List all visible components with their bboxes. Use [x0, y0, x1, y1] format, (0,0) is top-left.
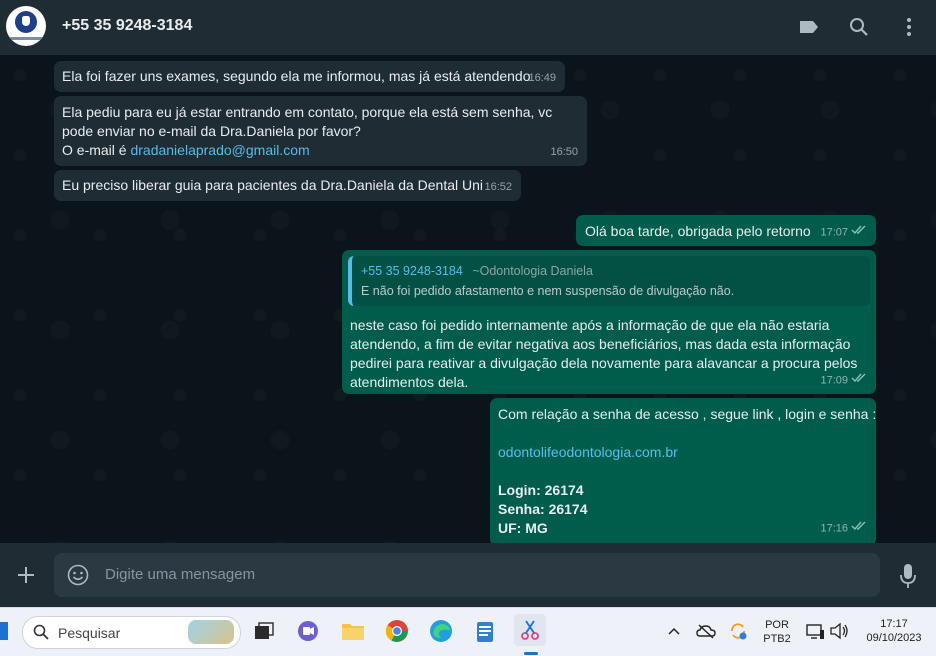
start-button[interactable]	[0, 622, 8, 640]
contact-name[interactable]: +55 35 9248-3184	[62, 17, 192, 35]
message-text: pode enviar no e-mail da Dra.Daniela por…	[62, 123, 361, 139]
message-outgoing[interactable]: Olá boa tarde, obrigada pelo retorno 17:…	[576, 215, 876, 246]
double-check-icon	[851, 519, 867, 538]
quoted-author: +55 35 9248-3184	[361, 264, 463, 278]
chrome-icon[interactable]	[383, 617, 411, 645]
teams-meet-icon[interactable]	[294, 617, 322, 645]
search-highlight-image	[188, 620, 234, 644]
microphone-icon[interactable]	[899, 563, 917, 589]
quoted-text: E não foi pedido afastamento e nem suspe…	[361, 284, 735, 298]
task-view-icon[interactable]	[250, 617, 278, 645]
double-check-icon	[851, 371, 867, 390]
file-explorer-icon[interactable]	[339, 617, 367, 645]
message-text: Ela pediu para eu já estar entrando em c…	[62, 104, 553, 120]
edge-icon[interactable]	[427, 617, 455, 645]
message-list[interactable]: Ela foi fazer uns exames, segundo ela me…	[0, 55, 936, 543]
message-incoming[interactable]: Ela foi fazer uns exames, segundo ela me…	[54, 61, 565, 92]
search-icon	[33, 624, 49, 645]
double-check-icon	[851, 223, 867, 242]
message-time: 16:52	[484, 181, 512, 193]
message-text: Eu preciso liberar guia para pacientes d…	[62, 177, 484, 193]
taskbar-search[interactable]: Pesquisar	[22, 616, 241, 649]
taskbar-search-placeholder: Pesquisar	[58, 625, 121, 641]
quoted-message[interactable]: +55 35 9248-3184 ~Odontologia Daniela E …	[348, 256, 870, 306]
search-icon[interactable]	[847, 15, 871, 39]
message-text: atendimentos dela.	[350, 374, 469, 390]
clock[interactable]: 17:17 09/10/2023	[858, 617, 930, 645]
contact-avatar[interactable]	[6, 6, 46, 46]
clinic-logo-icon	[15, 11, 37, 33]
message-text: pedirei para reativar a divulgação dela …	[350, 355, 858, 371]
message-input-placeholder: Digite uma mensagem	[105, 566, 256, 583]
email-link[interactable]: dradanielaprado@gmail.com	[130, 142, 309, 158]
input-language[interactable]: POR PTB2	[760, 618, 794, 646]
sync-icon[interactable]	[725, 617, 751, 645]
message-text: Olá boa tarde, obrigada pelo retorno	[585, 223, 811, 239]
message-incoming[interactable]: Eu preciso liberar guia para pacientes d…	[54, 170, 521, 201]
message-time: 17:16	[820, 522, 848, 534]
message-incoming[interactable]: Ela pediu para eu já estar entrando em c…	[54, 96, 587, 166]
message-text: O e-mail é dradanielaprado@gmail.com	[62, 141, 310, 160]
message-text: atendendo, a fim de evitar negativa aos …	[350, 336, 851, 352]
state-text: UF: MG	[498, 520, 548, 536]
menu-dots-icon[interactable]	[897, 15, 921, 39]
emoji-icon[interactable]	[67, 564, 89, 586]
attach-plus-icon[interactable]	[15, 564, 37, 586]
password-text: Senha: 26174	[498, 501, 588, 517]
message-time: 17:09	[820, 374, 848, 386]
website-link[interactable]: odontolifeodontologia.com.br	[498, 443, 678, 462]
composer-bar: Digite uma mensagem	[0, 543, 936, 607]
network-icon[interactable]	[803, 617, 827, 645]
chevron-up-icon[interactable]	[661, 617, 687, 645]
notepad-icon[interactable]	[471, 617, 499, 645]
message-outgoing[interactable]: +55 35 9248-3184 ~Odontologia Daniela E …	[342, 250, 876, 394]
label-icon[interactable]	[797, 15, 821, 39]
volume-icon[interactable]	[827, 617, 851, 645]
snipping-tool-icon[interactable]	[514, 614, 546, 646]
message-outgoing[interactable]: Com relação a senha de acesso , segue li…	[490, 398, 876, 543]
message-time: 16:50	[550, 146, 578, 158]
login-text: Login: 26174	[498, 482, 584, 498]
message-time: 16:49	[528, 72, 556, 84]
message-input[interactable]: Digite uma mensagem	[54, 553, 880, 597]
windows-taskbar: Pesquisar POR PTB2 17:17 09/10/2023	[0, 607, 936, 656]
message-time: 17:07	[820, 226, 848, 238]
onedrive-offline-icon[interactable]	[693, 617, 719, 645]
chat-header: +55 35 9248-3184	[0, 0, 936, 55]
quoted-author-alias: ~Odontologia Daniela	[472, 264, 593, 278]
message-text: neste caso foi pedido internamente após …	[350, 317, 830, 333]
email-prefix: O e-mail é	[62, 142, 131, 158]
message-text: Com relação a senha de acesso , segue li…	[498, 406, 877, 422]
message-text: Ela foi fazer uns exames, segundo ela me…	[62, 68, 531, 84]
